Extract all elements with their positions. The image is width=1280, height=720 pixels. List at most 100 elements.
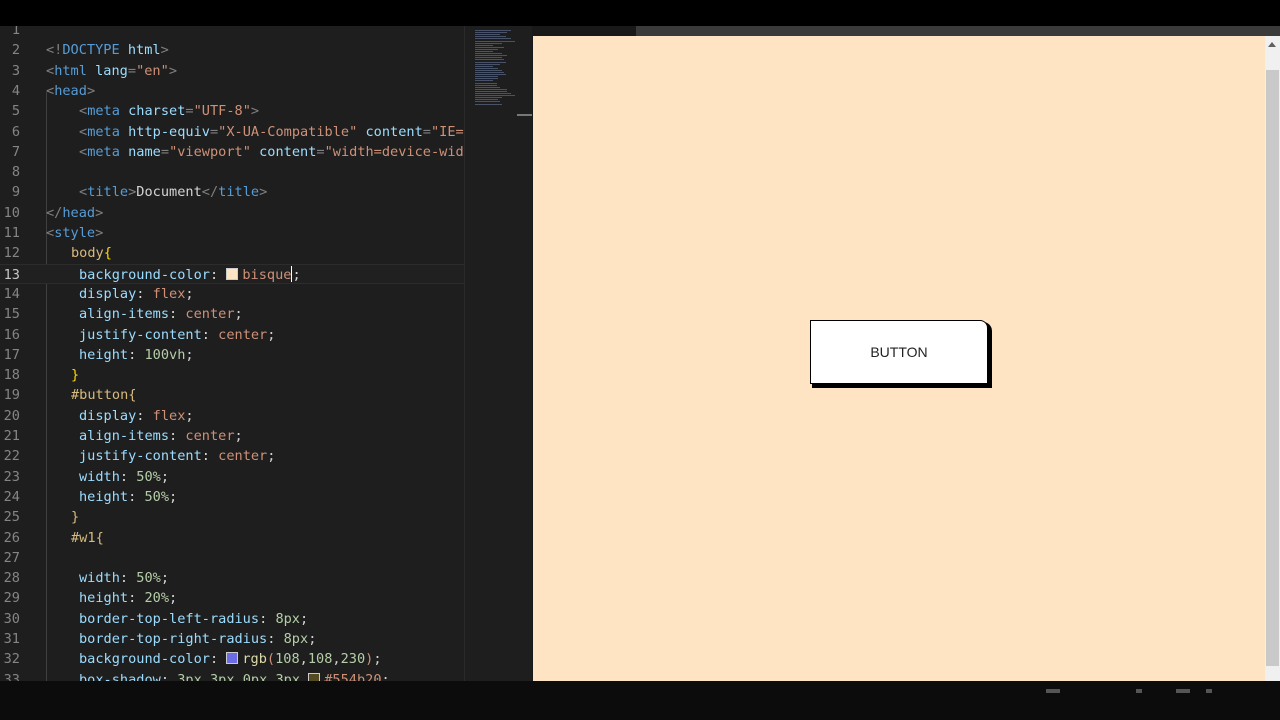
line-number: 10 [3, 204, 20, 221]
taskbar-icon[interactable] [1136, 689, 1142, 693]
preview-button[interactable]: BUTTON [810, 320, 988, 384]
code-line[interactable]: 12 body{ [0, 243, 464, 263]
line-number: 29 [3, 590, 20, 607]
code-text: <meta name="viewport" content="width=dev… [79, 143, 464, 160]
code-line[interactable]: 33 box-shadow: 3px 3px 0px 3px #554b20; [0, 670, 464, 681]
line-number: 33 [3, 671, 20, 681]
code-line[interactable]: 22 justify-content: center; [0, 446, 464, 466]
minimap-line [475, 32, 508, 34]
code-text: justify-content: center; [79, 326, 276, 343]
code-line[interactable]: 2 <!DOCTYPE html> [0, 40, 464, 60]
code-line[interactable]: 26 #w1{ [0, 528, 464, 548]
code-text: height: 100vh; [79, 346, 194, 363]
code-line[interactable]: 10 </head> [0, 203, 464, 223]
code-line[interactable]: 24 height: 50%; [0, 487, 464, 507]
code-text: background-color: bisque; [79, 265, 301, 283]
code-text: #button{ [71, 387, 137, 404]
minimap-line [475, 44, 493, 46]
code-line[interactable]: 1 [0, 26, 464, 40]
code-line[interactable]: 11 <style> [0, 223, 464, 243]
minimap-line [475, 55, 508, 57]
code-line[interactable]: 3 <html lang="en"> [0, 61, 464, 81]
minimap-line [475, 74, 506, 76]
taskbar-icon[interactable] [1046, 689, 1060, 693]
code-line[interactable]: 21 align-items: center; [0, 426, 464, 446]
code-line[interactable]: 29 height: 20%; [0, 588, 464, 608]
line-number: 27 [3, 549, 20, 566]
color-swatch-icon[interactable] [226, 652, 239, 665]
code-line[interactable]: 31 border-top-right-radius: 8px; [0, 629, 464, 649]
taskbar-icon[interactable] [1206, 689, 1212, 693]
code-line[interactable]: 19 #button{ [0, 385, 464, 405]
scrollbar-thumb[interactable] [1266, 70, 1279, 666]
code-text: align-items: center; [79, 306, 243, 323]
code-line[interactable]: 18} [0, 365, 464, 385]
line-number: 4 [11, 82, 20, 99]
code-line[interactable]: 32 background-color: rgb(108,108,230); [0, 649, 464, 669]
code-text: <!DOCTYPE html> [46, 42, 169, 59]
line-number: 23 [3, 468, 20, 485]
minimap-line [475, 69, 502, 71]
code-line[interactable]: 27 [0, 548, 464, 568]
code-text: justify-content: center; [79, 448, 276, 465]
code-text: background-color: rgb(108,108,230); [79, 651, 382, 668]
line-number: 13 [3, 266, 20, 283]
code-line[interactable]: 23 width: 50%; [0, 467, 464, 487]
minimap-line [475, 93, 511, 94]
code-line[interactable]: 8 [0, 162, 464, 182]
minimap-line [475, 99, 499, 101]
code-text: body{ [71, 245, 112, 262]
code-text: height: 50%; [79, 488, 178, 505]
line-number: 18 [3, 367, 20, 384]
line-number: 17 [3, 346, 20, 363]
preview-scrollbar[interactable] [1265, 36, 1280, 681]
code-line[interactable]: 28 width: 50%; [0, 568, 464, 588]
color-swatch-icon[interactable] [226, 267, 239, 280]
code-line[interactable]: 17 height: 100vh; [0, 345, 464, 365]
code-line[interactable]: 25} [0, 507, 464, 527]
line-number: 20 [3, 407, 20, 424]
code-text: border-top-right-radius: 8px; [79, 631, 317, 647]
code-text: width: 50%; [79, 570, 170, 587]
minimap-line [475, 97, 502, 99]
line-number: 32 [3, 651, 20, 668]
minimap[interactable] [464, 26, 532, 681]
code-text: align-items: center; [79, 428, 243, 444]
taskbar-icon[interactable] [1176, 689, 1190, 693]
minimap-line [475, 36, 506, 38]
minimap-line [475, 82, 497, 84]
minimap-line [475, 84, 497, 86]
code-text: <meta charset="UTF-8"> [79, 103, 260, 120]
minimap-line [475, 101, 501, 103]
minimap-slider[interactable] [517, 114, 532, 116]
line-number: 22 [3, 448, 20, 465]
code-text: height: 20%; [79, 590, 178, 607]
code-text: #w1{ [71, 529, 104, 546]
code-line[interactable]: 5 <meta charset="UTF-8"> [0, 101, 464, 121]
code-line[interactable]: 4 <head> [0, 81, 464, 101]
code-line[interactable]: 6 <meta http-equiv="X-UA-Compatible" cont… [0, 122, 464, 142]
code-line[interactable]: 20 display: flex; [0, 406, 464, 426]
line-number: 15 [3, 306, 20, 323]
code-line[interactable]: 7 <meta name="viewport" content="width=de… [0, 142, 464, 162]
line-number: 1 [11, 26, 20, 38]
code-text: display: flex; [79, 407, 194, 424]
code-line[interactable]: 16 justify-content: center; [0, 325, 464, 345]
line-number: 19 [3, 387, 20, 404]
code-line[interactable]: 13 background-color: bisque; [0, 263, 464, 284]
minimap-line [475, 30, 511, 31]
code-line[interactable]: 9 <title>Document</title> [0, 182, 464, 202]
code-area[interactable]: 1 2 <!DOCTYPE html> 3 <html lang="en"> 4 <head… [0, 26, 464, 681]
code-line[interactable]: 30 border-top-left-radius: 8px; [0, 609, 464, 629]
code-line[interactable]: 15 align-items: center; [0, 304, 464, 324]
minimap-line [475, 103, 502, 105]
color-swatch-icon[interactable] [308, 672, 321, 681]
line-number: 30 [3, 610, 20, 627]
scroll-up-arrow-icon[interactable] [1268, 42, 1276, 47]
line-number: 11 [3, 225, 20, 241]
line-number: 9 [11, 184, 20, 201]
code-line[interactable]: 14 display: flex; [0, 284, 464, 304]
code-editor[interactable]: 1 2 <!DOCTYPE html> 3 <html lang="en"> 4 <head… [0, 26, 532, 681]
preview-viewport: BUTTON [533, 36, 1265, 681]
minimap-line [475, 38, 511, 40]
